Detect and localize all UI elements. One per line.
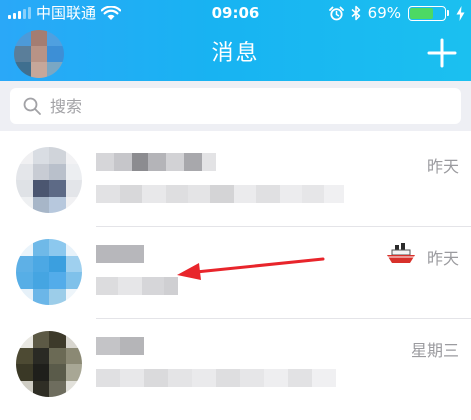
conversation-item[interactable]: 星期三: [0, 319, 471, 411]
conversation-item[interactable]: 昨天: [0, 227, 471, 319]
battery-tip: [447, 10, 449, 16]
message-preview-blurred: [96, 277, 178, 295]
conversation-item[interactable]: 昨天: [0, 135, 471, 227]
battery-fill: [410, 7, 434, 19]
conversation-time: 昨天: [426, 249, 459, 268]
contact-name-blurred: [96, 337, 144, 355]
conversation-time: 昨天: [426, 157, 459, 176]
search-input[interactable]: [48, 95, 432, 117]
message-preview-blurred: [96, 185, 344, 203]
conversation-time: 星期三: [410, 341, 459, 360]
header: 中国联通 09:06 69% 消息: [0, 0, 471, 81]
avatar: [16, 147, 82, 213]
alarm-icon: [328, 6, 344, 20]
status-right: 69%: [328, 0, 465, 26]
contact-name-blurred: [96, 245, 144, 263]
boat-icon: [387, 243, 415, 263]
search-icon: [23, 97, 41, 115]
avatar: [16, 331, 82, 397]
battery-percent: 69%: [367, 4, 401, 22]
avatar: [16, 239, 82, 305]
search-box[interactable]: [10, 88, 461, 124]
charging-icon: [456, 5, 465, 21]
search-area: [0, 81, 471, 131]
bluetooth-icon: [351, 5, 360, 21]
battery-icon: [408, 5, 446, 21]
page-title: 消息: [211, 41, 260, 66]
nav-bar: 消息: [0, 26, 471, 81]
plus-icon[interactable]: [425, 36, 459, 70]
message-preview-blurred: [96, 369, 336, 387]
contact-name-blurred: [96, 153, 216, 171]
status-bar: 中国联通 09:06 69%: [0, 0, 471, 26]
